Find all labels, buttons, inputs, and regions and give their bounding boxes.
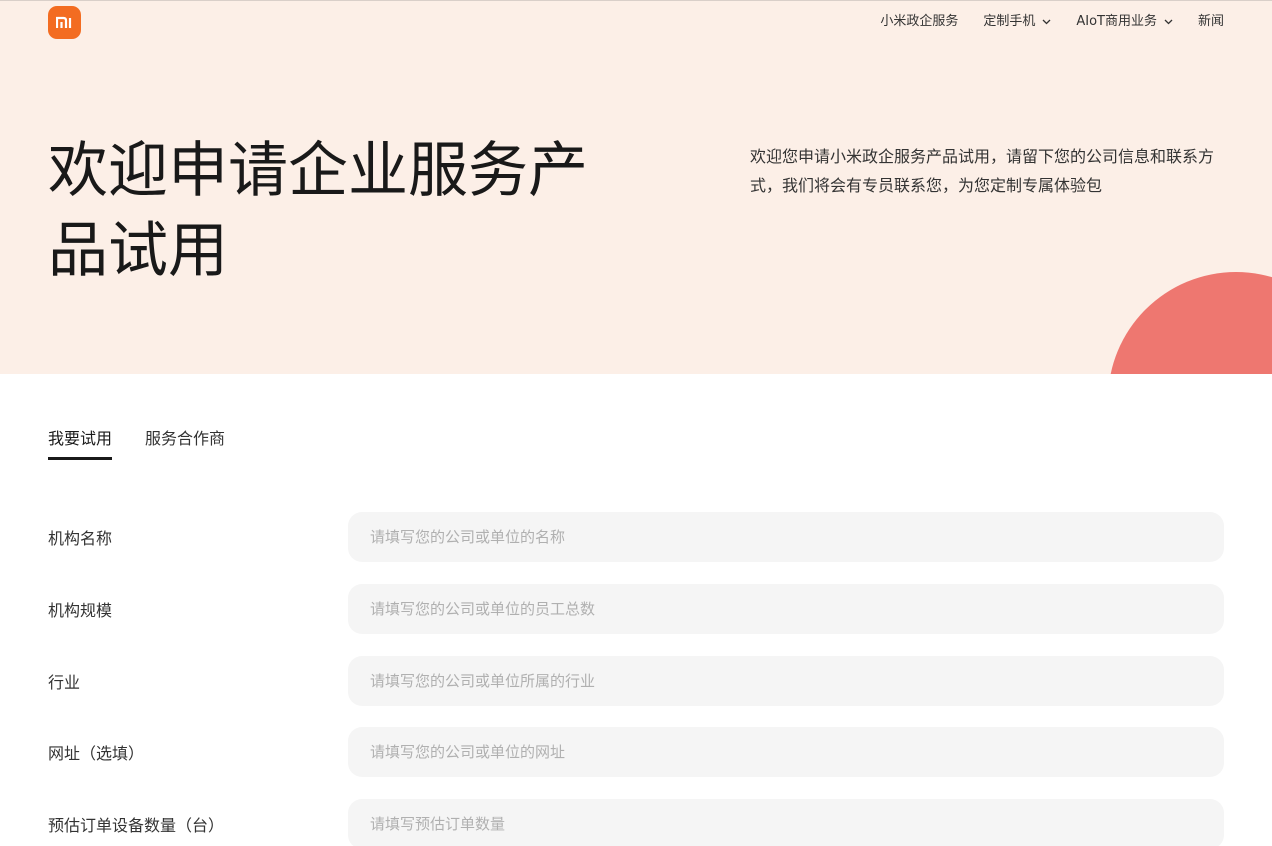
nav-item-label: 定制手机 [983,14,1036,29]
org-size-input[interactable] [348,584,1224,634]
chevron-down-icon [1164,19,1173,25]
form-row-org-size: 机构规模 [48,584,1224,634]
nav-item-custom-phone[interactable]: 定制手机 [983,12,1051,32]
decorative-circle [1108,272,1272,374]
form-label: 预估订单设备数量（台） [48,816,225,835]
order-quantity-input[interactable] [348,799,1224,846]
hero-description: 欢迎您申请小米政企服务产品试用，请留下您的公司信息和联系方式，我们将会有专员联系… [750,147,1215,195]
org-name-input[interactable] [348,512,1224,562]
nav-item-label: 新闻 [1197,14,1224,29]
top-nav: 小米政企服务 定制手机 AIoT商用业务 新闻 [880,12,1224,32]
form-tabs: 我要试用 服务合作商 [48,428,258,460]
form-row-website: 网址（选填） [48,727,1224,777]
nav-item-aiot-business[interactable]: AIoT商用业务 [1076,12,1173,32]
nav-item-news[interactable]: 新闻 [1198,12,1224,32]
form-label: 机构规模 [48,601,113,620]
form-row-industry: 行业 [48,656,1224,706]
page-title: 欢迎申请企业服务产品试用 [48,136,588,286]
chevron-down-icon [1042,19,1051,25]
mi-logo-icon[interactable] [48,6,81,39]
form-row-order-quantity: 预估订单设备数量（台） [48,799,1224,846]
nav-item-label: 小米政企服务 [880,14,959,29]
form-label: 行业 [48,673,81,692]
hero-banner: 小米政企服务 定制手机 AIoT商用业务 新闻 欢迎申请企业服务产品试用 欢迎您… [0,0,1272,374]
tab-service-partner[interactable]: 服务合作商 [145,428,225,460]
form-row-org-name: 机构名称 [48,512,1224,562]
form-label: 网址（选填） [48,744,145,763]
nav-item-label: AIoT商用业务 [1076,14,1157,29]
tab-trial-apply[interactable]: 我要试用 [48,428,113,460]
nav-item-gov-enterprise[interactable]: 小米政企服务 [880,12,958,32]
website-input[interactable] [348,727,1224,777]
industry-input[interactable] [348,656,1224,706]
form-label: 机构名称 [48,529,113,548]
